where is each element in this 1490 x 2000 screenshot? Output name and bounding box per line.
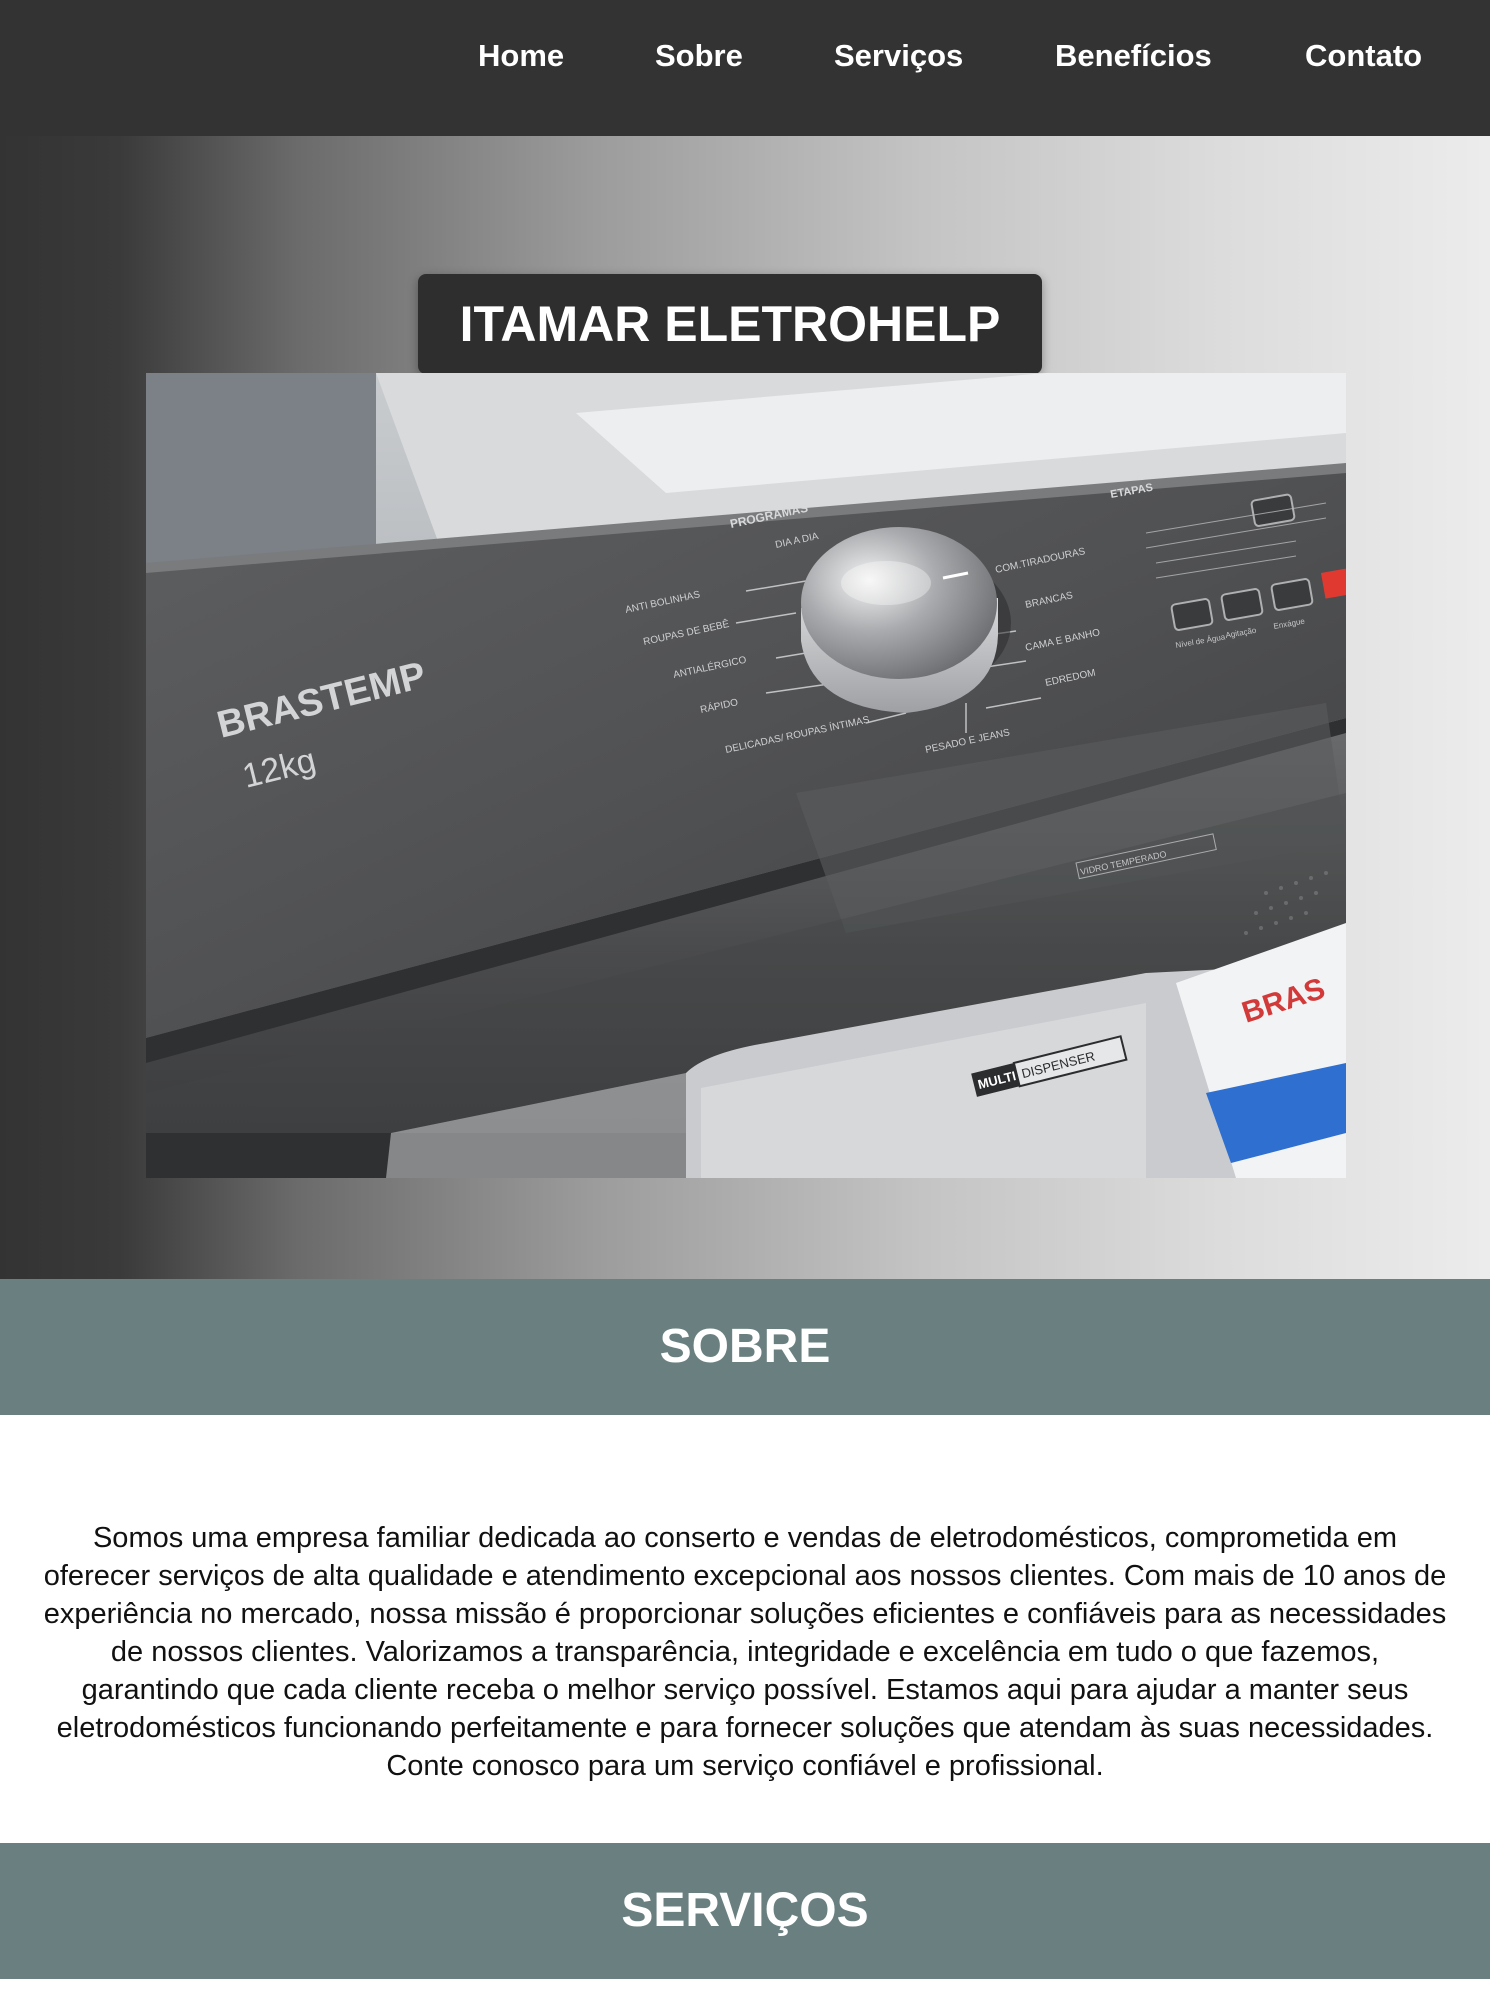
water-level-button[interactable] [1170, 598, 1214, 631]
washing-machine-photo: BRAS BRASTEMP 12kg PROGRAMAS DIA A DIA A… [146, 373, 1346, 1178]
nav-link-servicos[interactable]: Serviços [834, 38, 963, 74]
section-heading-sobre: SOBRE [0, 1279, 1490, 1415]
agitation-button[interactable] [1220, 588, 1264, 621]
about-text: Somos uma empresa familiar dedicada ao c… [43, 1522, 1447, 1782]
nav-link-contato[interactable]: Contato [1305, 38, 1422, 74]
servicos-title: SERVIÇOS [621, 1884, 869, 1937]
program-panel-button[interactable] [1250, 493, 1296, 527]
start-button[interactable] [1321, 568, 1346, 599]
nav-link-beneficios[interactable]: Benefícios [1055, 38, 1212, 74]
section-heading-servicos: SERVIÇOS [0, 1843, 1490, 1979]
site-title: ITAMAR ELETROHELP [418, 274, 1042, 374]
rinse-button[interactable] [1270, 578, 1314, 611]
nav-link-sobre[interactable]: Sobre [655, 38, 743, 74]
top-navbar: Home Sobre Serviços Benefícios Contato [0, 0, 1490, 136]
sobre-title: SOBRE [659, 1320, 831, 1373]
nav-link-home[interactable]: Home [478, 38, 564, 74]
